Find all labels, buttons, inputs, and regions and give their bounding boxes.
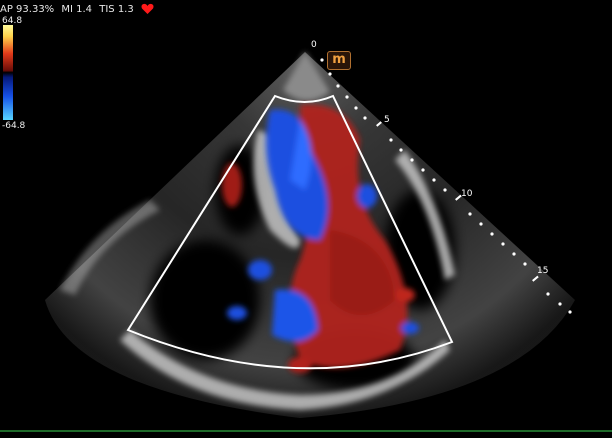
orientation-marker: m (327, 51, 351, 70)
depth-label-15: 15 (537, 266, 549, 276)
baseline-bar (0, 430, 612, 432)
velocity-colorbar (3, 25, 13, 120)
echo-image (45, 52, 575, 418)
thermal-index: TIS 1.3 (99, 4, 134, 15)
acquisition-status-bar: AP 93.33% MI 1.4 TIS 1.3 (0, 3, 154, 15)
depth-label-5: 5 (384, 115, 390, 125)
depth-label-10: 10 (461, 189, 473, 199)
acoustic-power: AP 93.33% (0, 4, 55, 15)
depth-label-0: 0 (311, 40, 317, 50)
mechanical-index: MI 1.4 (61, 4, 93, 15)
heart-icon (141, 3, 154, 14)
colorbar-min-label: -64.8 (2, 121, 26, 131)
